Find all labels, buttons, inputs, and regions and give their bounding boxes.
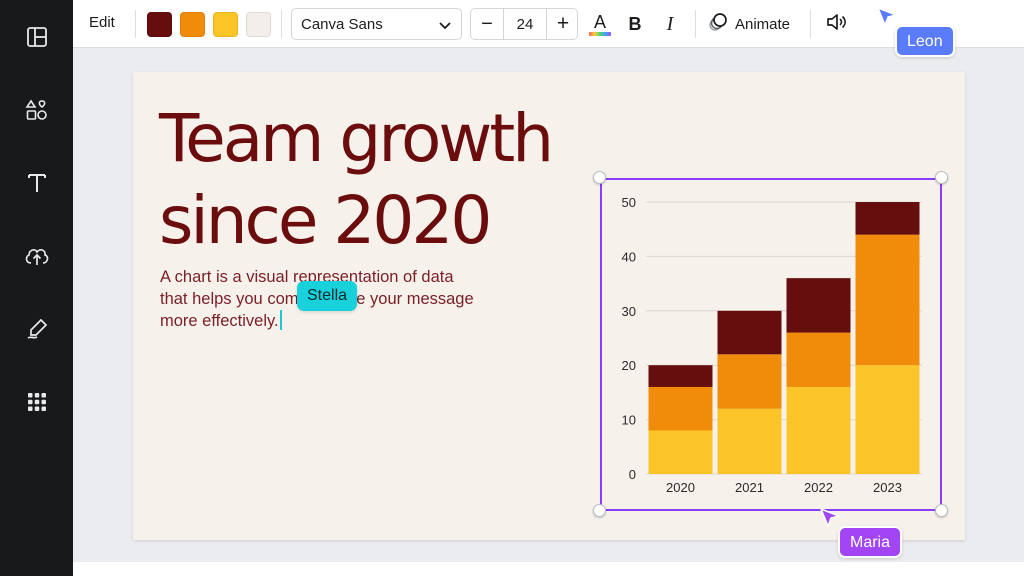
collaborator-tag-leon: Leon — [895, 25, 955, 57]
speaker-icon — [825, 11, 847, 38]
minus-icon: − — [481, 12, 493, 35]
upload-icon[interactable] — [22, 241, 52, 271]
toolbar-divider — [281, 10, 282, 38]
text-caret — [279, 310, 282, 330]
toolbar-divider — [810, 10, 811, 38]
draw-icon[interactable] — [22, 314, 52, 344]
text-color-button[interactable]: A — [585, 9, 615, 39]
color-swatch-cream[interactable] — [246, 12, 271, 37]
animate-label: Animate — [735, 15, 791, 33]
resize-handle-top-right[interactable] — [935, 171, 948, 184]
font-size-stepper: − 24 + — [470, 8, 578, 40]
color-swatch-yellow[interactable] — [213, 12, 238, 37]
bold-button[interactable]: B — [620, 9, 650, 39]
collaborator-tag-stella: Stella — [297, 281, 358, 311]
resize-handle-bottom-right[interactable] — [935, 504, 948, 517]
animate-button[interactable]: Animate — [707, 9, 790, 39]
text-color-icon: A — [593, 11, 606, 32]
headline-line-1: Team growth — [159, 100, 554, 177]
layout-icon[interactable] — [22, 22, 52, 52]
color-swatch-orange[interactable] — [180, 12, 205, 37]
toolbar-divider — [695, 10, 696, 38]
font-family-value: Canva Sans — [301, 16, 383, 33]
font-size-input[interactable]: 24 — [503, 9, 547, 39]
edit-button[interactable]: Edit — [89, 14, 115, 31]
collaborator-cursor-maria-icon — [820, 508, 840, 527]
audio-button[interactable] — [821, 9, 851, 39]
chevron-down-icon — [438, 18, 452, 37]
page-title[interactable]: Team growth since 2020 — [159, 98, 609, 262]
bottom-bar — [73, 562, 1024, 576]
toolbar-divider — [135, 10, 136, 38]
font-family-dropdown[interactable]: Canva Sans — [291, 8, 462, 40]
resize-handle-bottom-left[interactable] — [593, 504, 606, 517]
stacked-bar-chart[interactable]: 0 10 20 30 40 50 2020 2021 2022 2023 — [593, 171, 948, 517]
selection-border — [600, 178, 942, 511]
italic-icon: I — [666, 12, 674, 35]
increase-font-size-button[interactable]: + — [547, 9, 579, 39]
plus-icon: + — [556, 12, 570, 35]
collaborator-cursor-leon-icon — [877, 7, 897, 26]
body-line-3: more effectively. — [160, 312, 279, 330]
headline-line-2: since 2020 — [159, 182, 492, 259]
text-icon[interactable] — [22, 168, 52, 198]
color-swatch-dark-red[interactable] — [147, 12, 172, 37]
apps-grid-icon[interactable] — [22, 387, 52, 417]
sidebar — [0, 0, 73, 576]
animate-icon — [707, 11, 729, 38]
resize-handle-top-left[interactable] — [593, 171, 606, 184]
collaborator-tag-maria: Maria — [838, 526, 903, 558]
elements-icon[interactable] — [22, 95, 52, 125]
decrease-font-size-button[interactable]: − — [471, 9, 503, 39]
rainbow-underline — [589, 31, 611, 36]
italic-button[interactable]: I — [655, 9, 685, 39]
bold-icon: B — [628, 13, 642, 34]
